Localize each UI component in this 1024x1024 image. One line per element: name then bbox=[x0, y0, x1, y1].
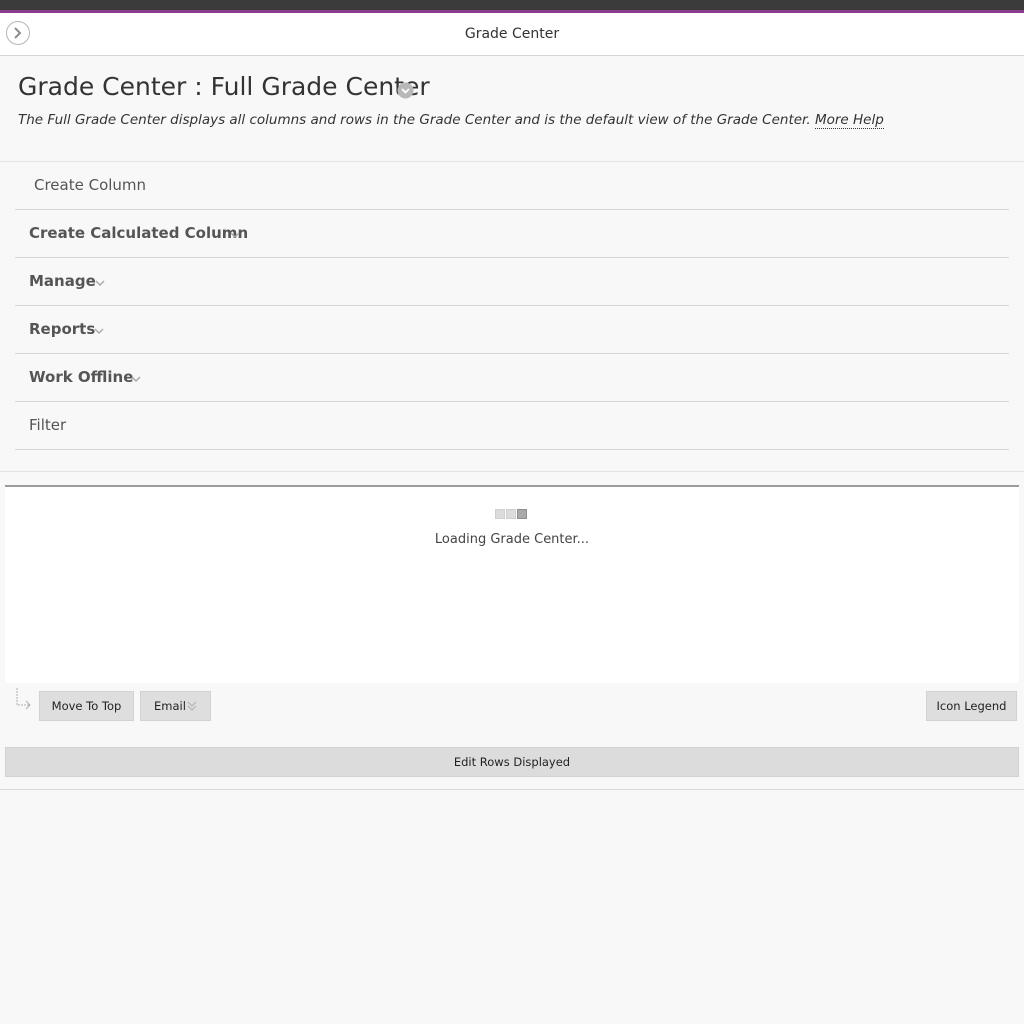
edit-rows-displayed-button[interactable]: Edit Rows Displayed bbox=[5, 747, 1019, 777]
page-description-text: The Full Grade Center displays all colum… bbox=[18, 112, 811, 128]
header-bar: Grade Center bbox=[0, 13, 1024, 56]
page-title: Grade Center : Full Grade Center bbox=[18, 72, 430, 101]
circle-chevron-down-icon[interactable] bbox=[397, 82, 414, 99]
chevron-down-icon bbox=[131, 376, 141, 382]
create-calculated-column-button[interactable]: Create Calculated Column bbox=[29, 224, 248, 242]
more-help-link[interactable]: More Help bbox=[814, 112, 884, 129]
reports-button[interactable]: Reports bbox=[29, 320, 95, 338]
corner-arrow-icon bbox=[16, 688, 31, 710]
chevron-down-icon bbox=[230, 232, 240, 238]
filter-row[interactable]: Filter bbox=[15, 402, 1009, 450]
manage-row[interactable]: Manage bbox=[15, 258, 1009, 306]
header-title: Grade Center bbox=[464, 26, 560, 42]
move-to-top-button[interactable]: Move To Top bbox=[39, 691, 134, 721]
create-column-button[interactable]: Create Column bbox=[34, 176, 146, 194]
filter-button[interactable]: Filter bbox=[29, 416, 66, 434]
chevron-down-icon bbox=[187, 701, 197, 711]
top-bar bbox=[0, 0, 1024, 10]
email-button[interactable]: Email bbox=[140, 691, 211, 721]
loading-indicator-icon bbox=[495, 509, 528, 519]
chevron-down-icon bbox=[95, 280, 105, 286]
email-button-label: Email bbox=[154, 699, 186, 713]
page-description: The Full Grade Center displays all colum… bbox=[18, 112, 884, 129]
divider bbox=[0, 789, 1024, 790]
loading-text: Loading Grade Center... bbox=[434, 532, 590, 547]
chevron-down-icon bbox=[94, 328, 104, 334]
icon-legend-button[interactable]: Icon Legend bbox=[926, 691, 1017, 721]
work-offline-button[interactable]: Work Offline bbox=[29, 368, 133, 386]
create-calculated-column-row[interactable]: Create Calculated Column bbox=[15, 210, 1009, 258]
create-column-row[interactable]: Create Column bbox=[15, 162, 1009, 210]
work-offline-row[interactable]: Work Offline bbox=[15, 354, 1009, 402]
reports-row[interactable]: Reports bbox=[15, 306, 1009, 354]
divider bbox=[0, 471, 1024, 472]
manage-button[interactable]: Manage bbox=[29, 272, 96, 290]
